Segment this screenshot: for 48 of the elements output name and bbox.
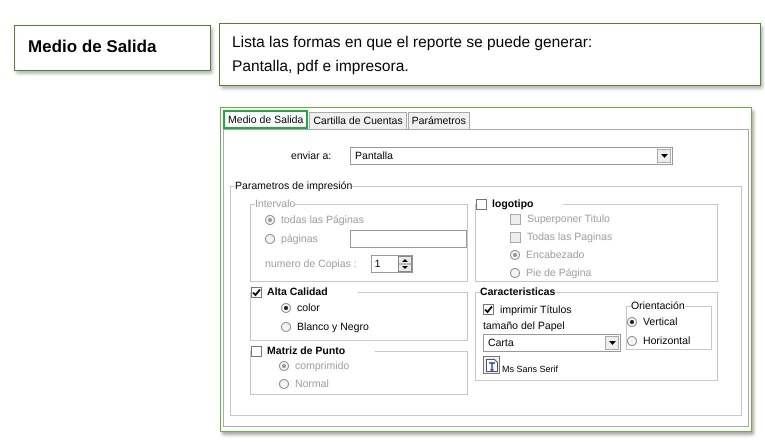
option-label: Pie de Página (526, 267, 592, 279)
group-title: Orientación (631, 300, 685, 312)
font-name: Ms Sans Serif (502, 364, 558, 374)
description-text: Lista las formas en que el reporte se puede generar: Pantalla, pdf e impresora. (219, 23, 761, 86)
checkbox[interactable] (510, 214, 521, 224)
option-label: Blanco y Negro (297, 320, 369, 332)
option-label: Superponer Titulo (527, 213, 610, 225)
paper-size-dropdown[interactable]: Carta (483, 334, 621, 352)
option-label: color (297, 302, 320, 314)
option-label: Horizontal (643, 334, 690, 346)
option-label: imprimir Títulos (500, 304, 572, 316)
group-title: Matriz de Punto (267, 345, 346, 357)
radio-button[interactable] (510, 250, 520, 260)
tab[interactable]: Parámetros (408, 112, 470, 129)
spinner-arrows-icon[interactable] (398, 256, 412, 272)
option-label: todas las Páginas (281, 214, 364, 226)
group-title: logotipo (492, 198, 534, 210)
checkbox[interactable] (251, 346, 262, 356)
checkbox[interactable] (251, 286, 262, 298)
radio-button[interactable] (281, 322, 291, 332)
section-title: Medio de Salida (14, 25, 211, 71)
copies-label: numero de Copias : (265, 258, 357, 270)
group-title: Alta Calidad (267, 286, 328, 298)
send-to-label: enviar a: (291, 150, 332, 162)
option-label: páginas (281, 232, 318, 244)
radio-button[interactable] (627, 336, 637, 346)
paper-size-label: tamaño del Papel (483, 320, 566, 332)
checkbox[interactable] (483, 304, 494, 315)
group-title: Caracteristicas (480, 286, 556, 298)
option-label: Normal (295, 378, 329, 390)
option-label: Todas las Paginas (527, 231, 612, 243)
radio-button[interactable] (510, 268, 520, 278)
tab[interactable]: Cartilla de Cuentas (309, 112, 407, 129)
option-label: Encabezado (526, 249, 584, 261)
group-title: Parametros de impresión (235, 180, 352, 192)
radio-button[interactable] (281, 302, 291, 312)
option-label: Vertical (643, 316, 678, 328)
checkbox[interactable] (510, 232, 521, 242)
tab[interactable]: Medio de Salida (223, 110, 308, 129)
pages-field[interactable] (350, 230, 467, 248)
group-title: Intervalo (255, 198, 296, 210)
checkbox[interactable] (476, 198, 487, 210)
option-label: comprimido (295, 360, 350, 372)
font-button[interactable] (483, 356, 500, 374)
send-to-dropdown[interactable]: Pantalla (350, 146, 673, 164)
radio-button[interactable] (279, 361, 289, 371)
radio-button[interactable] (279, 379, 289, 389)
radio-button[interactable] (627, 316, 637, 326)
